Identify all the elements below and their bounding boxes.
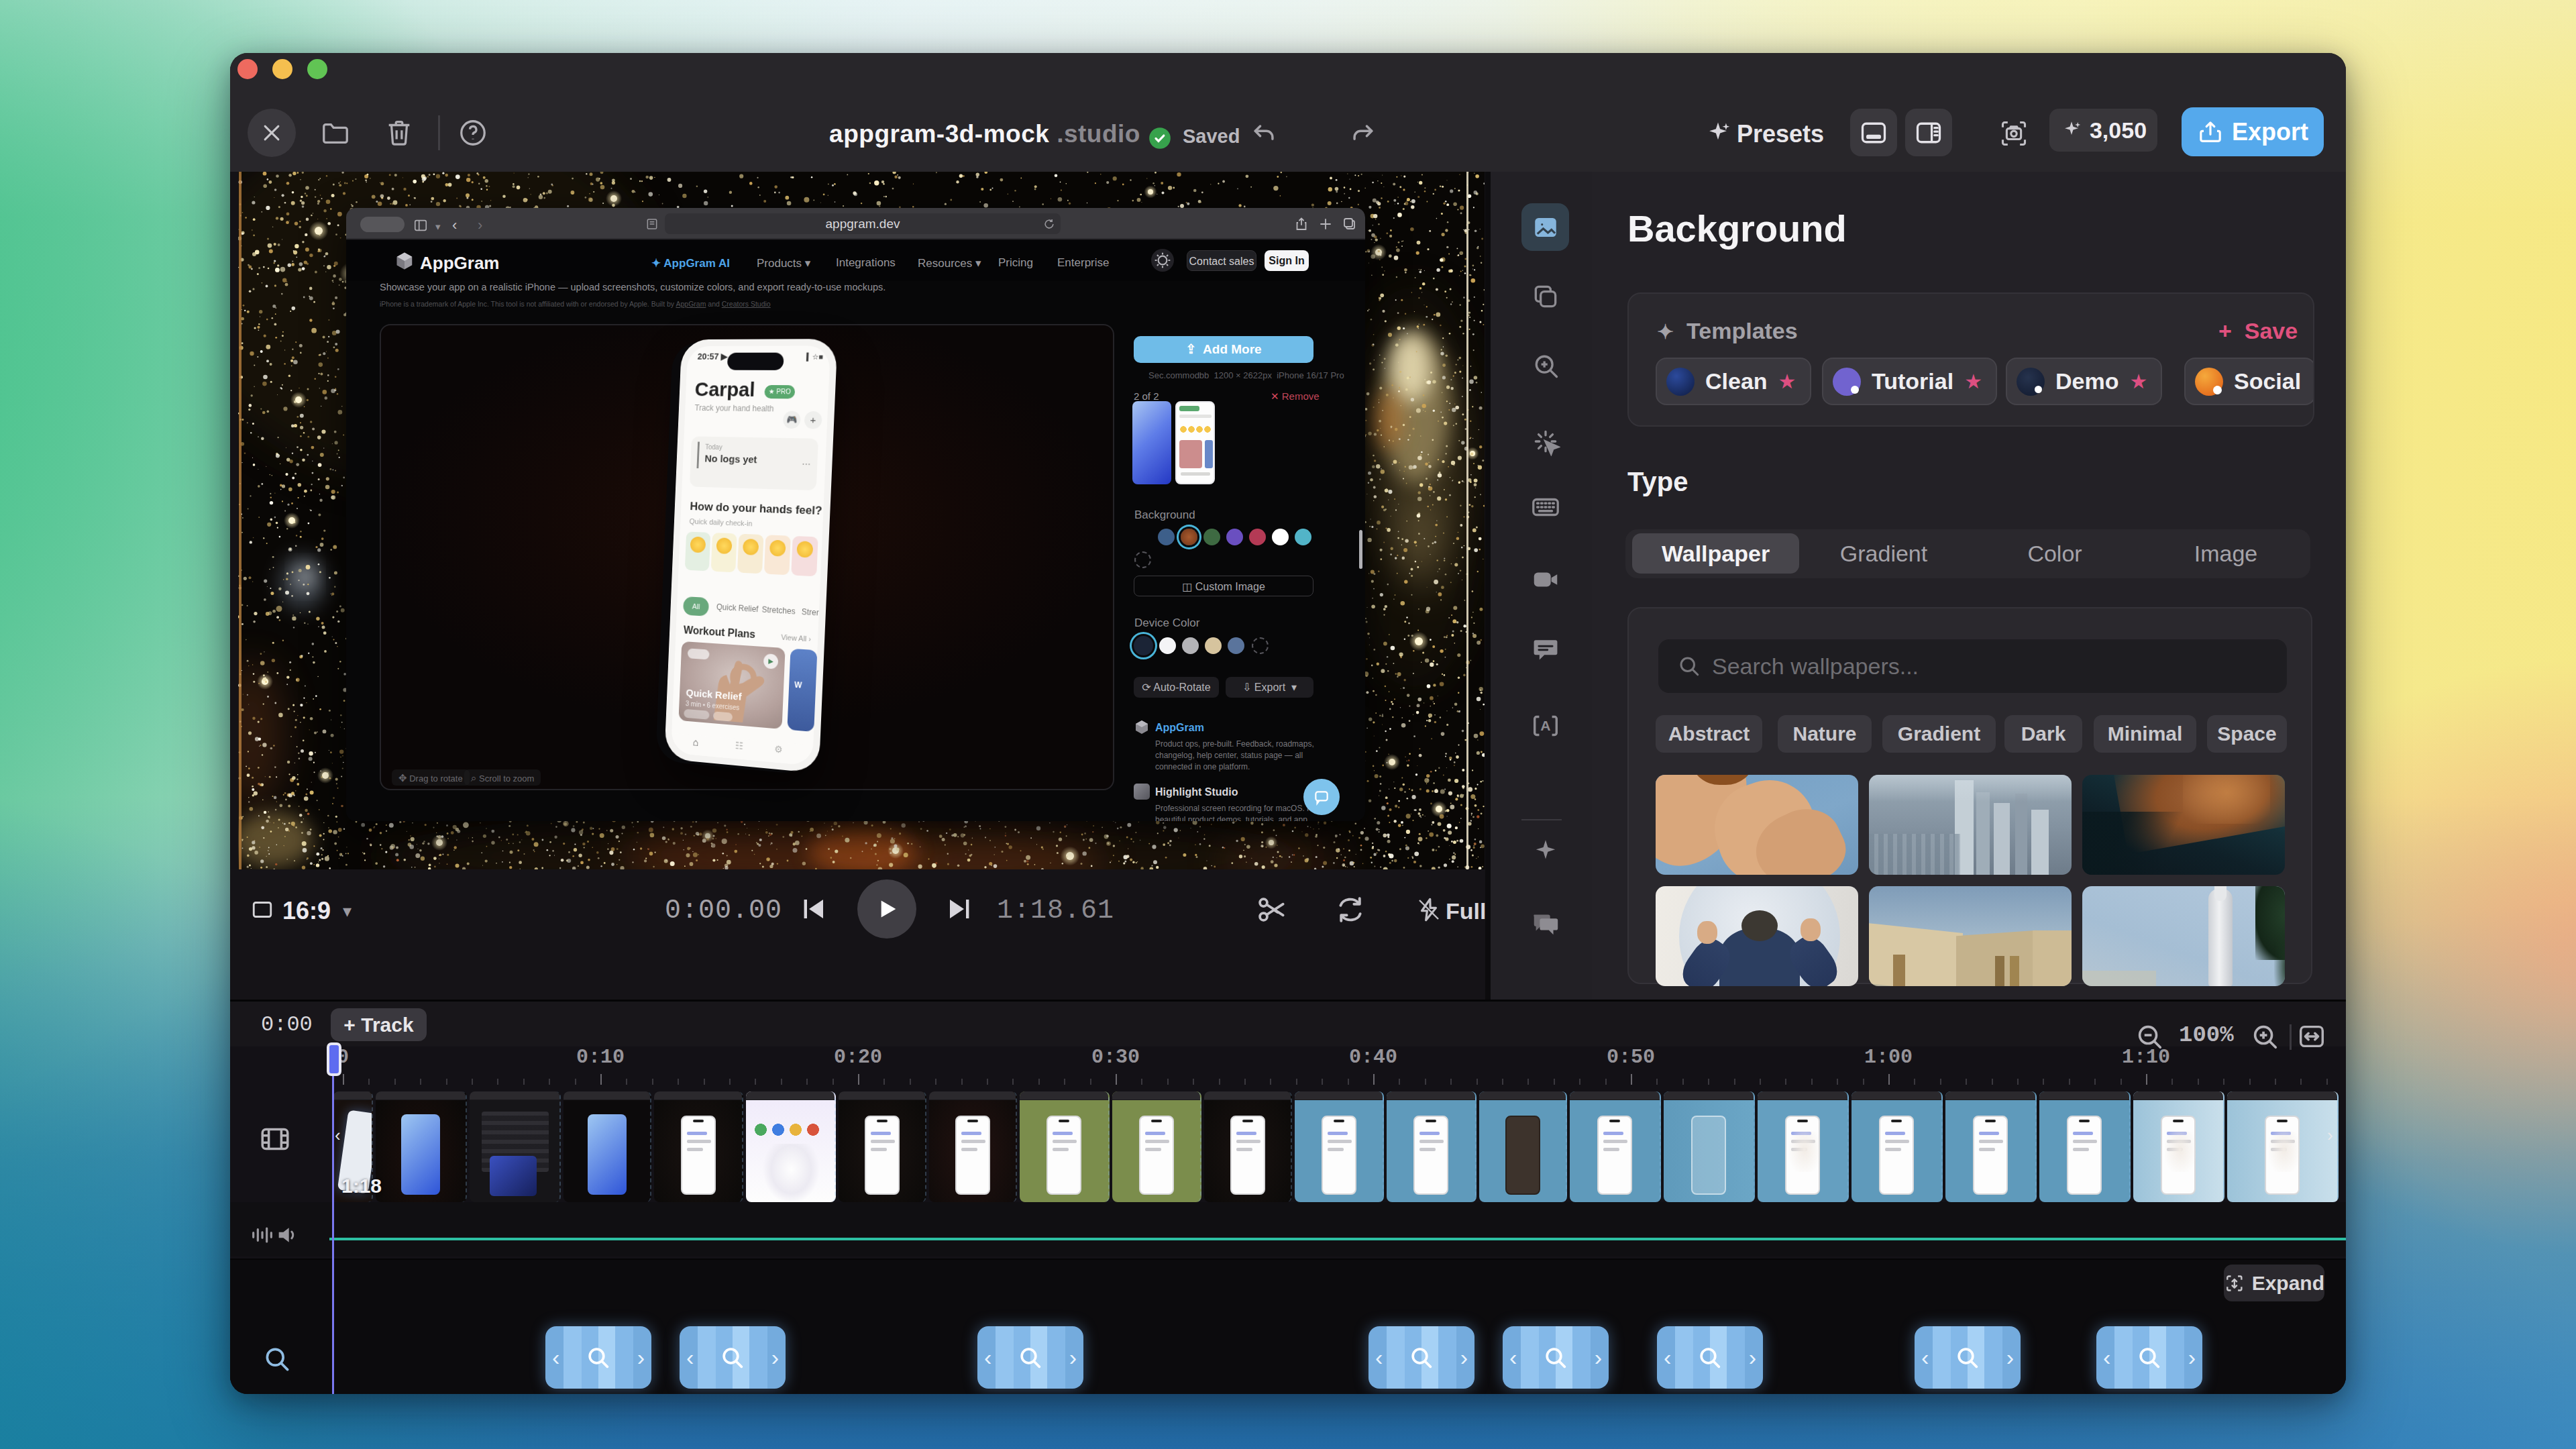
- svg-text:A: A: [1540, 718, 1550, 733]
